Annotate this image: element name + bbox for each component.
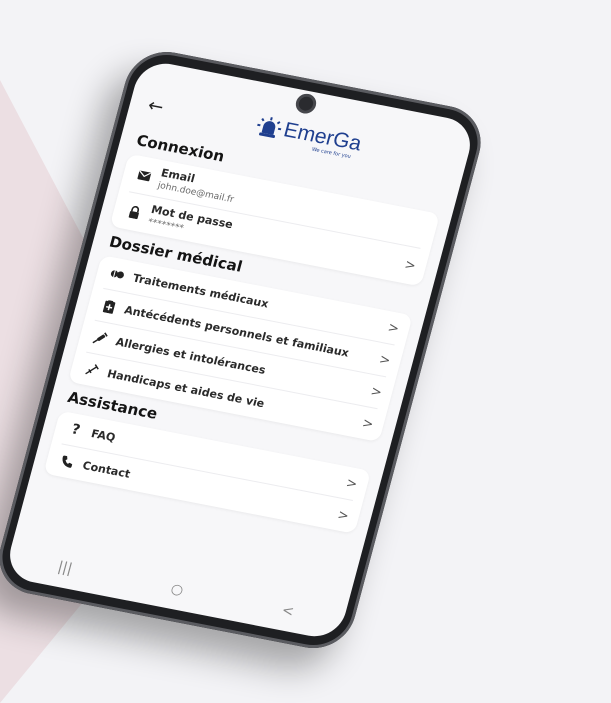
envelope-icon [133, 169, 155, 182]
pills-icon [106, 268, 128, 281]
siren-icon [254, 114, 285, 140]
front-camera [297, 95, 315, 112]
chevron-right-icon: > [360, 415, 376, 432]
chevron-right-icon: > [377, 351, 393, 369]
chevron-right-icon: > [369, 383, 384, 401]
back-icon[interactable]: < [280, 602, 296, 620]
recents-icon[interactable]: ||| [56, 559, 74, 577]
chevron-right-icon: > [335, 507, 351, 524]
chevron-right-icon: > [386, 319, 401, 337]
back-arrow-icon[interactable]: ← [146, 95, 166, 118]
chevron-right-icon: > [402, 257, 418, 274]
chevron-right-icon: > [344, 475, 360, 492]
home-icon[interactable]: ○ [169, 581, 185, 599]
app-logo: EmerGa We care for you [254, 114, 364, 160]
